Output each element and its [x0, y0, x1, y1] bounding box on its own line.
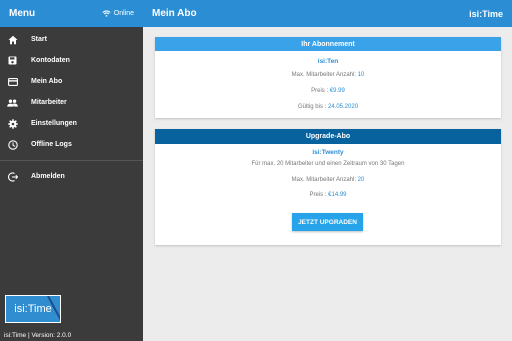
current-subscription-header: Ihr Abonnement: [155, 37, 501, 51]
current-plan-name: isi:Ten: [317, 58, 339, 65]
top-bar: Mein Abo isi:Time: [143, 0, 512, 27]
sidebar-item-label: Mein Abo: [31, 78, 63, 85]
price-value: €9.99: [329, 88, 345, 94]
logo-text: isi:Time: [14, 303, 52, 315]
employees-label: Max. Mitarbeiter Anzahl:: [291, 177, 356, 183]
version-info: isi:Time | Version: 2.0.0: [4, 332, 72, 339]
logout-icon: [7, 171, 18, 182]
sidebar-item-kontodaten[interactable]: Kontodaten: [0, 50, 143, 71]
sidebar-item-start[interactable]: Start: [0, 29, 143, 50]
current-price-row: Preis : €9.99: [155, 88, 501, 94]
save-icon: [7, 55, 18, 66]
sidebar-item-label: Start: [31, 36, 47, 43]
valid-value: 24.05.2020: [328, 104, 359, 110]
wifi-icon: [102, 10, 111, 17]
upgrade-subscription-header: Upgrade-Abo: [155, 129, 501, 144]
card-icon: [7, 76, 18, 87]
upgrade-price-row: Preis : €14.99: [155, 192, 501, 198]
sidebar-header: Menu Online: [0, 0, 143, 27]
online-status: Online: [102, 10, 134, 17]
sidebar: Menu Online Start Kontodaten Mein Abo Mi…: [0, 0, 143, 341]
price-value: €14.99: [328, 192, 347, 198]
gear-icon: [7, 118, 18, 129]
sidebar-item-label: Offline Logs: [31, 141, 72, 148]
upgrade-employees-row: Max. Mitarbeiter Anzahl: 20: [155, 177, 501, 183]
price-label: Preis :: [309, 192, 327, 198]
upgrade-now-button[interactable]: JETZT UPGRADEN: [292, 213, 363, 231]
current-employees-row: Max. Mitarbeiter Anzahl: 10: [155, 72, 501, 78]
current-valid-row: Gültig bis : 24.05.2020: [155, 104, 501, 110]
sidebar-item-label: Mitarbeiter: [31, 99, 67, 106]
online-status-label: Online: [113, 10, 134, 17]
sidebar-item-label: Einstellungen: [31, 120, 77, 127]
sidebar-item-label: Abmelden: [31, 173, 65, 180]
sidebar-nav: Start Kontodaten Mein Abo Mitarbeiter Ei…: [0, 27, 143, 187]
sidebar-title: Menu: [9, 8, 36, 19]
brand-name: isi:Time: [469, 8, 503, 19]
valid-label: Gültig bis :: [297, 104, 327, 110]
employees-label: Max. Mitarbeiter Anzahl:: [291, 72, 356, 78]
current-subscription-card: Ihr Abonnement isi:Ten Max. Mitarbeiter …: [155, 37, 501, 118]
sidebar-item-abmelden[interactable]: Abmelden: [0, 166, 143, 187]
employees-value: 20: [357, 177, 365, 183]
price-label: Preis :: [311, 88, 329, 94]
sidebar-divider: [0, 160, 143, 161]
sidebar-item-mitarbeiter[interactable]: Mitarbeiter: [0, 92, 143, 113]
upgrade-description: Für max. 20 Mitarbeiter und einen Zeitra…: [251, 161, 405, 167]
people-icon: [7, 97, 18, 108]
sidebar-item-mein-abo[interactable]: Mein Abo: [0, 71, 143, 92]
clock-icon: [7, 139, 18, 150]
sidebar-item-einstellungen[interactable]: Einstellungen: [0, 113, 143, 134]
home-icon: [7, 34, 18, 45]
page-title: Mein Abo: [152, 8, 197, 19]
sidebar-item-label: Kontodaten: [31, 57, 70, 64]
app-logo: isi:Time: [5, 295, 61, 323]
upgrade-plan-name: isi:Twenty: [312, 149, 344, 156]
employees-value: 10: [357, 72, 365, 78]
sidebar-item-offline-logs[interactable]: Offline Logs: [0, 134, 143, 155]
